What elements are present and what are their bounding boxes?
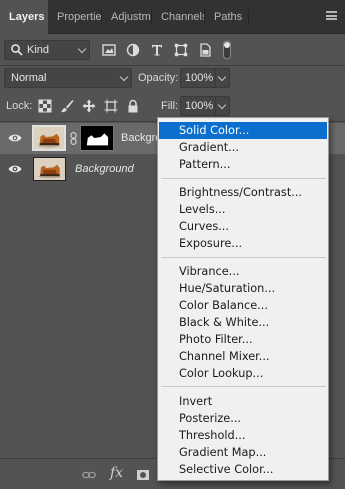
hamburger-icon[interactable] (326, 11, 337, 20)
chevron-down-icon (77, 44, 87, 54)
menu-item-exposure[interactable]: Exposure... (159, 235, 327, 252)
type-filter-icon[interactable] (150, 43, 164, 57)
layer-name[interactable]: Background (75, 154, 134, 185)
menu-item-gradient-map[interactable]: Gradient Map... (159, 444, 327, 461)
tab-layers[interactable]: Layers (0, 0, 48, 35)
menu-item-levels[interactable]: Levels... (159, 201, 327, 218)
blend-mode-value: Normal (11, 72, 47, 84)
tab-adjustments[interactable]: Adjustme (102, 0, 152, 34)
tab-properties[interactable]: Propertie (48, 0, 102, 34)
layer-thumbnail[interactable] (32, 125, 66, 151)
filter-kind-select[interactable]: Kind (4, 40, 90, 60)
opacity-field[interactable]: 100% (180, 68, 230, 88)
lock-transparent-icon[interactable] (38, 99, 52, 113)
panel-tab-bar: Layers Propertie Adjustme Channels Paths (0, 0, 345, 35)
adjustment-layer-menu: Solid Color... Gradient... Pattern... Br… (157, 117, 329, 481)
mask-icon[interactable] (136, 468, 150, 482)
fill-field[interactable]: 100% (180, 96, 230, 116)
layer-mask-thumbnail[interactable] (80, 125, 114, 151)
menu-item-photo-filter[interactable]: Photo Filter... (159, 331, 327, 348)
eye-icon[interactable] (8, 132, 22, 144)
divider (0, 65, 345, 66)
menu-separator (161, 386, 326, 387)
opacity-value: 100% (185, 72, 214, 84)
fill-value: 100% (185, 100, 214, 112)
menu-item-hue-saturation[interactable]: Hue/Saturation... (159, 280, 327, 297)
shape-filter-icon[interactable] (174, 43, 188, 57)
smart-object-filter-icon[interactable] (198, 43, 212, 57)
link-icon[interactable] (82, 468, 96, 482)
layer-thumbnail[interactable] (33, 157, 66, 181)
menu-item-curves[interactable]: Curves... (159, 218, 327, 235)
menu-separator (161, 178, 326, 179)
filter-toggle-icon[interactable] (221, 40, 233, 60)
search-icon (10, 43, 24, 57)
tab-adjustments-label: Adjustme (111, 11, 152, 23)
tab-paths-label: Paths (214, 11, 243, 23)
lock-image-icon[interactable] (60, 99, 74, 113)
lock-row: Lock: Fill: 100% (0, 96, 345, 118)
layer-name[interactable]: Backgro (121, 123, 161, 154)
fx-icon[interactable]: fx (110, 465, 123, 481)
lock-artboard-icon[interactable] (104, 99, 118, 113)
menu-separator (161, 257, 326, 258)
adjustment-filter-icon[interactable] (126, 43, 140, 57)
tab-layers-label: Layers (9, 11, 45, 23)
blend-row: Normal Opacity: 100% (0, 68, 345, 90)
menu-item-gradient[interactable]: Gradient... (159, 139, 327, 156)
lock-position-icon[interactable] (82, 99, 96, 113)
menu-item-color-lookup[interactable]: Color Lookup... (159, 365, 327, 382)
menu-item-brightness-contrast[interactable]: Brightness/Contrast... (159, 184, 327, 201)
menu-item-threshold[interactable]: Threshold... (159, 427, 327, 444)
blend-mode-select[interactable]: Normal (4, 68, 132, 88)
fill-label: Fill: (161, 100, 179, 112)
filter-row: Kind (0, 40, 345, 62)
menu-item-invert[interactable]: Invert (159, 393, 327, 410)
lock-label: Lock: (6, 100, 33, 112)
tab-channels-label: Channels (161, 11, 205, 23)
menu-item-solid-color[interactable]: Solid Color... (159, 122, 327, 139)
menu-item-pattern[interactable]: Pattern... (159, 156, 327, 173)
image-filter-icon[interactable] (102, 43, 116, 57)
menu-item-channel-mixer[interactable]: Channel Mixer... (159, 348, 327, 365)
menu-item-vibrance[interactable]: Vibrance... (159, 263, 327, 280)
menu-item-color-balance[interactable]: Color Balance... (159, 297, 327, 314)
link-mask-icon[interactable] (70, 132, 77, 145)
opacity-label: Opacity: (138, 72, 179, 84)
tab-paths[interactable]: Paths (205, 0, 249, 34)
chevron-down-icon[interactable] (217, 100, 227, 110)
chevron-down-icon (119, 72, 129, 82)
menu-item-posterize[interactable]: Posterize... (159, 410, 327, 427)
tab-properties-label: Propertie (57, 11, 102, 23)
chevron-down-icon[interactable] (217, 72, 227, 82)
tab-channels[interactable]: Channels (152, 0, 205, 34)
lock-all-icon[interactable] (126, 99, 140, 113)
eye-icon[interactable] (8, 163, 22, 175)
menu-item-selective-color[interactable]: Selective Color... (159, 461, 327, 478)
menu-item-black-white[interactable]: Black & White... (159, 314, 327, 331)
filter-kind-label: Kind (27, 44, 50, 56)
